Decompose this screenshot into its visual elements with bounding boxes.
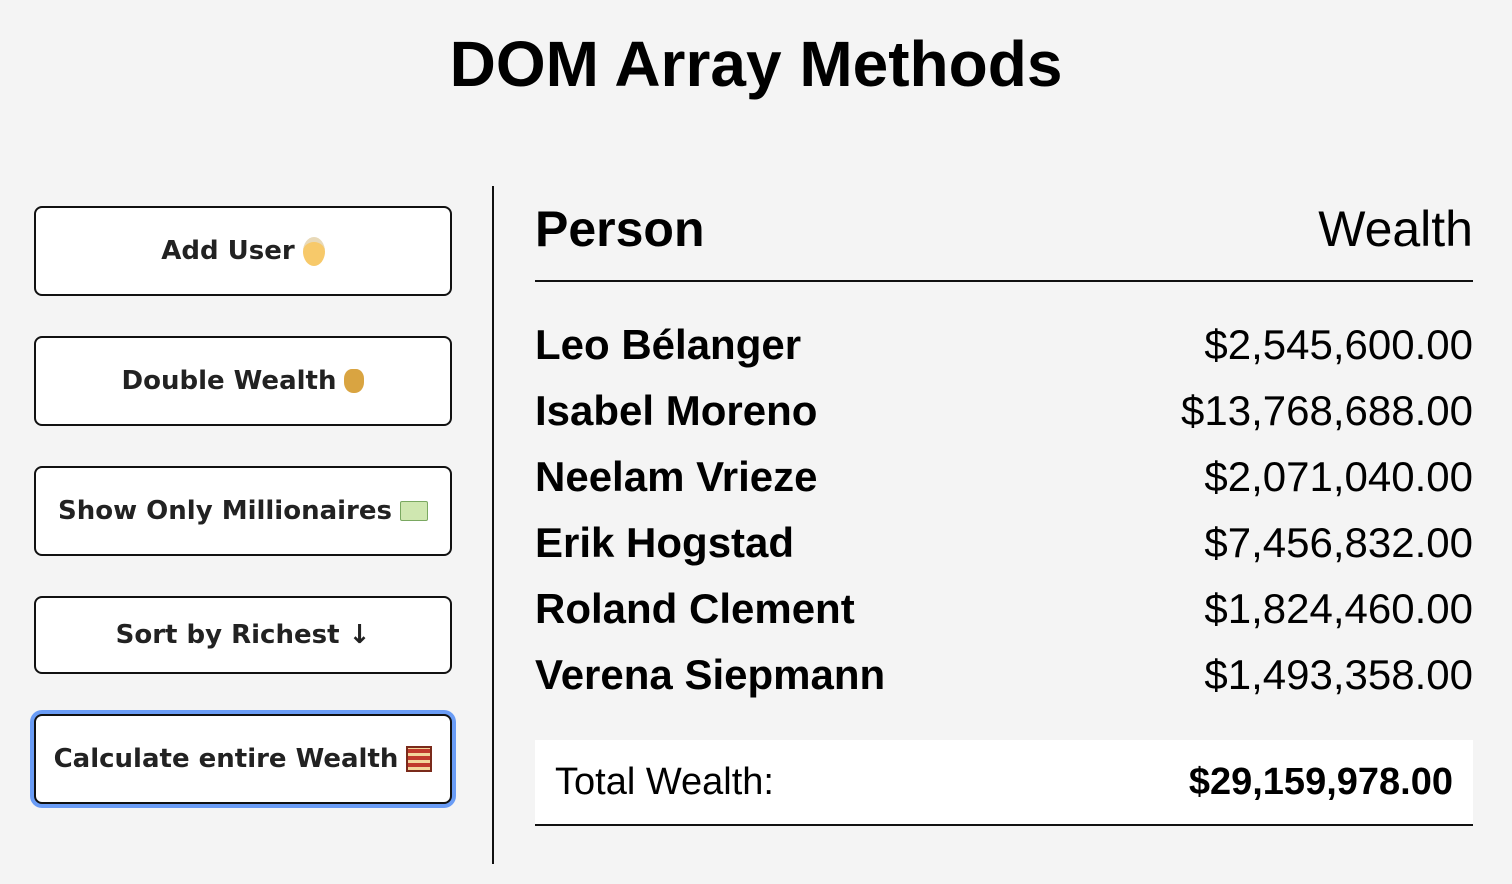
table-body: Leo Bélanger $2,545,600.00 Isabel Moreno…	[535, 312, 1473, 708]
sort-richest-label: Sort by Richest ↓	[115, 620, 371, 650]
header-person: Person	[535, 201, 705, 257]
dollar-banknote-icon	[399, 501, 428, 521]
person-wealth: $7,456,832.00	[1204, 519, 1473, 566]
calculate-wealth-label: Calculate entire Wealth	[53, 744, 399, 774]
table-row: Isabel Moreno $13,768,688.00	[535, 378, 1473, 444]
money-bag-icon	[344, 369, 365, 393]
double-wealth-button[interactable]: Double Wealth	[34, 336, 452, 426]
person-wealth: $13,768,688.00	[1181, 387, 1473, 434]
show-millionaires-button[interactable]: Show Only Millionaires	[34, 466, 452, 556]
table-row: Erik Hogstad $7,456,832.00	[535, 510, 1473, 576]
man-face-icon	[302, 236, 325, 266]
table-header: Person Wealth	[535, 200, 1473, 282]
person-wealth: $2,545,600.00	[1204, 321, 1473, 368]
person-name: Leo Bélanger	[535, 321, 802, 368]
total-wealth-label: Total Wealth:	[555, 760, 774, 803]
person-name: Neelam Vrieze	[535, 453, 818, 500]
show-millionaires-label: Show Only Millionaires	[58, 496, 392, 526]
person-name: Erik Hogstad	[535, 519, 795, 566]
person-wealth: $1,824,460.00	[1204, 585, 1473, 632]
table-row: Neelam Vrieze $2,071,040.00	[535, 444, 1473, 510]
person-name: Verena Siepmann	[535, 651, 886, 698]
total-wealth-value: $29,159,978.00	[1188, 760, 1453, 803]
table-row: Roland Clement $1,824,460.00	[535, 576, 1473, 642]
table-row: Verena Siepmann $1,493,358.00	[535, 642, 1473, 708]
abacus-icon	[406, 746, 433, 772]
person-wealth: $1,493,358.00	[1204, 651, 1473, 698]
vertical-divider	[492, 186, 494, 864]
person-name: Roland Clement	[535, 585, 855, 632]
table-row: Leo Bélanger $2,545,600.00	[535, 312, 1473, 378]
person-name: Isabel Moreno	[535, 387, 818, 434]
person-wealth: $2,071,040.00	[1204, 453, 1473, 500]
calculate-wealth-button[interactable]: Calculate entire Wealth	[34, 714, 452, 804]
sort-richest-button[interactable]: Sort by Richest ↓	[34, 596, 452, 674]
add-user-label: Add User	[161, 236, 295, 266]
total-wealth-row: Total Wealth: $29,159,978.00	[535, 740, 1473, 826]
page-title: DOM Array Methods	[449, 28, 1063, 100]
wealth-table: Person Wealth Leo Bélanger $2,545,600.00…	[535, 200, 1473, 708]
add-user-button[interactable]: Add User	[34, 206, 452, 296]
double-wealth-label: Double Wealth	[121, 366, 337, 396]
header-wealth: Wealth	[1318, 201, 1473, 257]
